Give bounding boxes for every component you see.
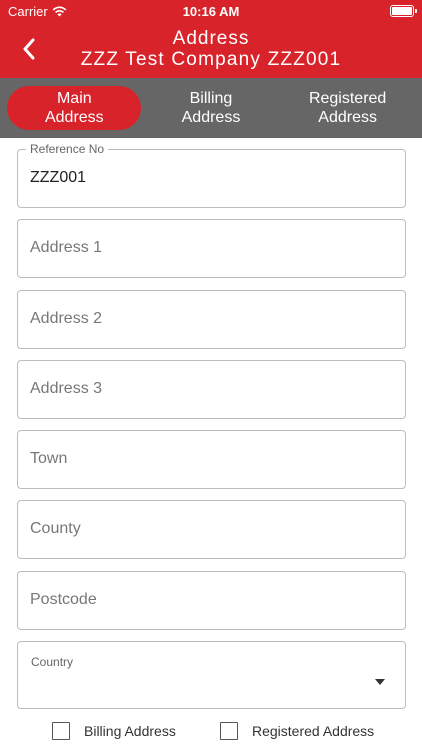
tab-billing-address[interactable]: Billing Address xyxy=(144,86,278,130)
registered-address-checkbox-label: Registered Address xyxy=(252,723,375,739)
registered-address-checkbox[interactable]: Registered Address xyxy=(220,722,374,740)
status-time: 10:16 AM xyxy=(182,4,240,19)
checkbox-icon[interactable] xyxy=(52,722,70,740)
address1-placeholder: Address 1 xyxy=(30,239,103,256)
address-tabs: Main Address Billing Address Registered Add… xyxy=(0,78,422,138)
tab-label-line1: Registered xyxy=(308,90,387,107)
page-title: Address xyxy=(172,28,250,49)
chevron-left-icon xyxy=(23,38,35,60)
dropdown-arrow-icon xyxy=(375,679,385,685)
address3-field[interactable]: Address 3 xyxy=(17,360,406,419)
battery-icon xyxy=(390,5,417,17)
address-checkboxes: Billing Address Registered Address xyxy=(0,722,422,746)
tab-label-line1: Billing xyxy=(189,90,233,107)
tab-label-line2: Address xyxy=(44,109,104,126)
town-field[interactable]: Town xyxy=(17,430,406,489)
county-placeholder: County xyxy=(30,520,81,537)
reference-no-value: ZZZ001 xyxy=(30,169,87,186)
address3-placeholder: Address 3 xyxy=(30,380,103,397)
address1-field[interactable]: Address 1 xyxy=(17,219,406,278)
nav-bar: Address ZZZ Test Company ZZZ001 xyxy=(0,22,422,78)
tab-label-line1: Main xyxy=(56,90,92,107)
tab-label-line2: Address xyxy=(181,109,241,126)
postcode-field[interactable]: Postcode xyxy=(17,571,406,630)
town-placeholder: Town xyxy=(30,450,68,467)
address2-field[interactable]: Address 2 xyxy=(17,290,406,349)
tab-label-line2: Address xyxy=(318,109,377,126)
page-subtitle: ZZZ Test Company ZZZ001 xyxy=(80,49,342,70)
county-field[interactable]: County xyxy=(17,500,406,559)
tab-registered-address[interactable]: Registered Address xyxy=(281,86,415,130)
checkbox-icon[interactable] xyxy=(220,722,238,740)
billing-address-checkbox[interactable]: Billing Address xyxy=(52,722,176,740)
postcode-placeholder: Postcode xyxy=(30,591,97,608)
billing-address-checkbox-label: Billing Address xyxy=(84,723,176,739)
reference-no-field[interactable]: Reference No ZZZ001 xyxy=(17,142,406,208)
tab-main-address[interactable]: Main Address xyxy=(7,86,142,130)
address2-placeholder: Address 2 xyxy=(30,310,103,327)
back-button[interactable] xyxy=(14,34,44,64)
reference-no-label: Reference No xyxy=(26,142,109,156)
status-bar: Carrier 10:16 AM xyxy=(0,0,422,22)
nav-titles: Address ZZZ Test Company ZZZ001 xyxy=(60,28,362,71)
country-label: Country xyxy=(31,655,74,669)
country-select[interactable]: Country xyxy=(17,641,406,709)
